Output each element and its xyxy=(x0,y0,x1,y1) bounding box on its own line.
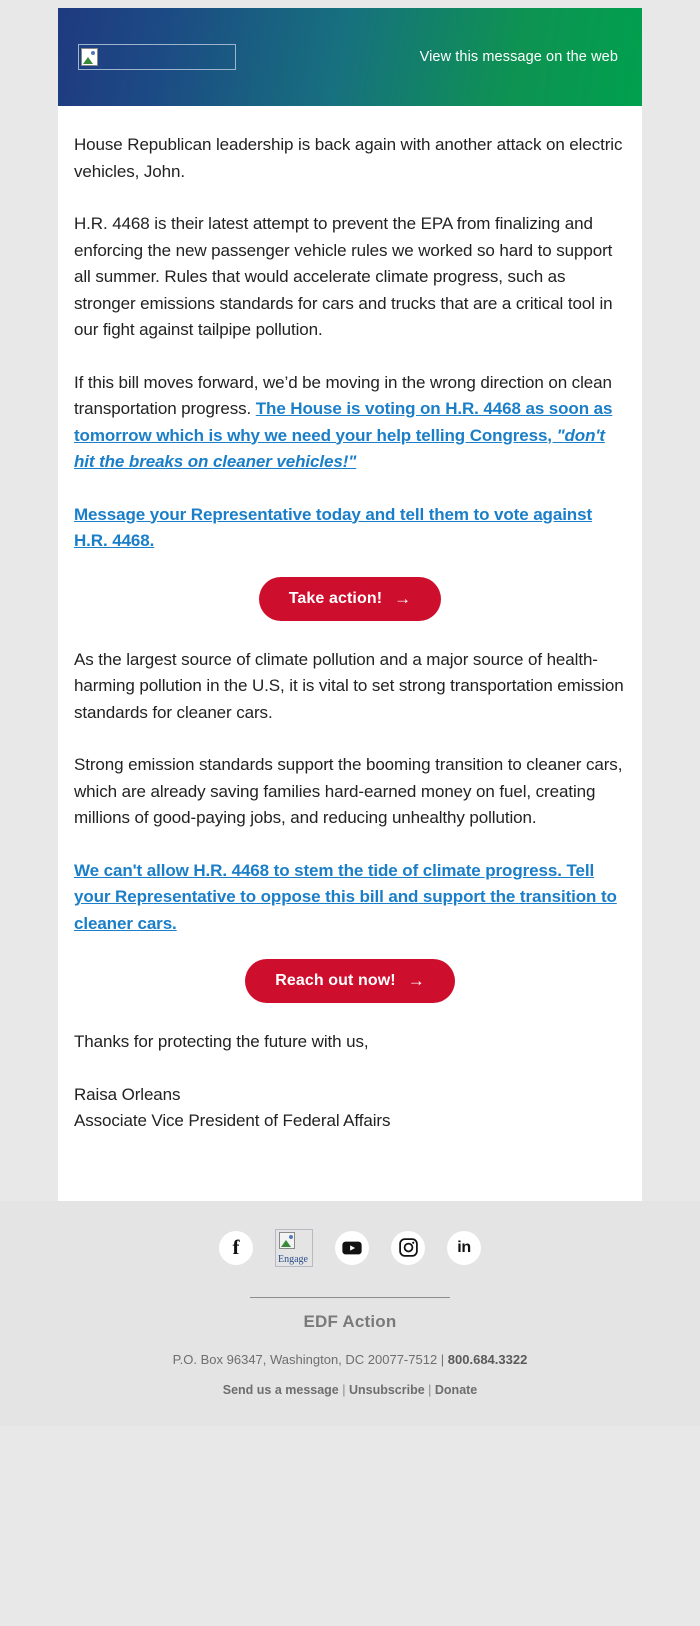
engage-broken-image-icon[interactable]: Engage xyxy=(275,1228,313,1267)
arrow-right-icon: → xyxy=(407,971,425,990)
social-icon-row: f Engage in xyxy=(0,1228,700,1267)
body-bottom-spacer xyxy=(74,1135,626,1201)
take-action-button-label: Take action! xyxy=(288,589,383,607)
paragraph-bill-details: H.R. 4468 is their latest attempt to pre… xyxy=(74,214,613,339)
signature-block: Thanks for protecting the future with us… xyxy=(74,1029,626,1135)
footer-address: P.O. Box 96347, Washington, DC 20077-751… xyxy=(0,1350,700,1369)
broken-image-glyph xyxy=(279,1231,295,1249)
paragraph-vote-warning: If this bill moves forward, we’d be movi… xyxy=(74,370,626,476)
reach-out-button-row: Reach out now! → xyxy=(74,959,626,1003)
signature-title: Associate Vice President of Federal Affa… xyxy=(74,1111,391,1130)
phone-number: 800.684.3322 xyxy=(447,1351,528,1367)
link-separator-2: | xyxy=(424,1382,435,1397)
footer-links: Send us a message | Unsubscribe | Donate xyxy=(0,1381,700,1400)
youtube-icon[interactable] xyxy=(335,1230,369,1265)
link-separator-1: | xyxy=(338,1382,349,1397)
take-action-button-row: Take action! → xyxy=(74,576,626,621)
take-action-button[interactable]: Take action! → xyxy=(258,576,442,621)
arrow-right-icon: → xyxy=(394,588,412,608)
message-representative-link[interactable]: Message your Representative today and te… xyxy=(74,505,592,551)
address-text: P.O. Box 96347, Washington, DC 20077-751… xyxy=(172,1351,448,1367)
logo-placeholder[interactable] xyxy=(78,44,236,70)
organization-name: EDF Action xyxy=(303,1311,397,1331)
reach-out-now-button[interactable]: Reach out now! → xyxy=(245,959,455,1003)
reach-out-button-label: Reach out now! xyxy=(275,972,396,989)
paragraph-climate-pollution: As the largest source of climate polluti… xyxy=(74,649,624,722)
signature-name: Raisa Orleans xyxy=(74,1084,181,1104)
donate-link[interactable]: Donate xyxy=(435,1383,477,1397)
instagram-icon[interactable] xyxy=(391,1230,425,1265)
broken-image-icon xyxy=(81,48,98,66)
unsubscribe-link[interactable]: Unsubscribe xyxy=(349,1383,425,1397)
paragraph-intro: House Republican leadership is back agai… xyxy=(74,135,623,181)
engage-alt-text: Engage xyxy=(278,1253,308,1265)
view-on-web-link[interactable]: View this message on the web xyxy=(420,49,618,65)
signoff-line: Thanks for protecting the future with us… xyxy=(74,1032,369,1051)
footer-divider xyxy=(250,1296,450,1298)
paragraph-emission-standards: Strong emission standards support the bo… xyxy=(74,755,623,827)
email-body: House Republican leadership is back agai… xyxy=(58,106,642,1201)
top-spacer xyxy=(0,0,700,8)
email-footer: f Engage in EDF Action P.O. Box 96347, W… xyxy=(0,1200,700,1426)
linkedin-icon[interactable]: in xyxy=(447,1230,481,1265)
oppose-bill-link[interactable]: We can't allow H.R. 4468 to stem the tid… xyxy=(74,861,617,933)
email-wrapper: View this message on the web House Repub… xyxy=(0,0,700,1426)
cta-text-message-rep: Message your Representative today and te… xyxy=(74,502,626,555)
cta-text-oppose-bill: We can't allow H.R. 4468 to stem the tid… xyxy=(74,858,626,938)
send-us-a-message-link[interactable]: Send us a message xyxy=(223,1383,339,1397)
email-header: View this message on the web xyxy=(58,8,642,106)
email-card: View this message on the web House Repub… xyxy=(58,8,642,1201)
linkedin-glyph: in xyxy=(457,1238,471,1256)
facebook-icon[interactable]: f xyxy=(219,1230,253,1265)
facebook-glyph: f xyxy=(232,1234,240,1259)
